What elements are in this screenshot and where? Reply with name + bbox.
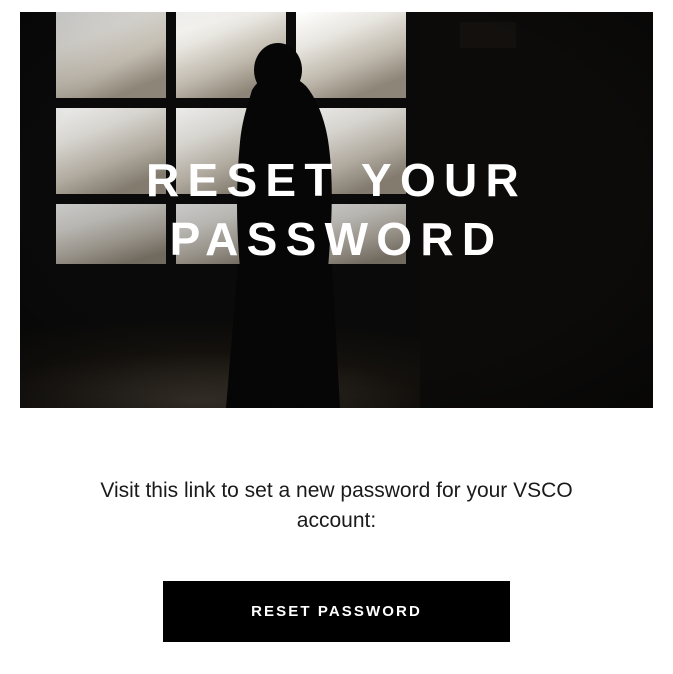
email-container: RESET YOUR PASSWORD Visit this link to s… [0, 0, 673, 674]
hero-title: RESET YOUR PASSWORD [60, 151, 613, 269]
reset-password-button[interactable]: RESET PASSWORD [163, 581, 510, 642]
cta-wrap: RESET PASSWORD [20, 581, 653, 642]
hero-image: RESET YOUR PASSWORD [20, 12, 653, 408]
instruction-block: Visit this link to set a new password fo… [20, 476, 653, 537]
instruction-text: Visit this link to set a new password fo… [80, 476, 593, 537]
hero-title-wrap: RESET YOUR PASSWORD [20, 12, 653, 408]
